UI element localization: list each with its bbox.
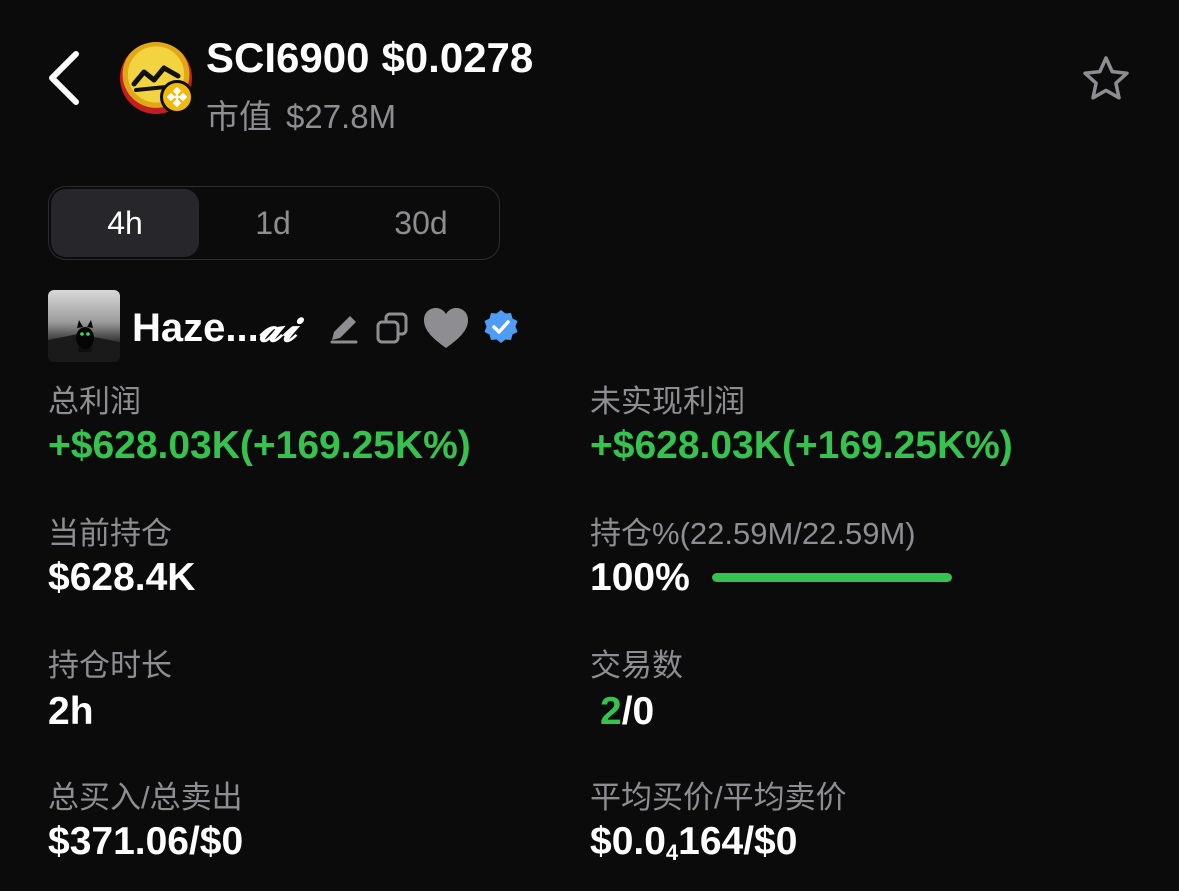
trades-buys: 2 bbox=[600, 690, 622, 733]
total-profit-label: 总利润 bbox=[48, 384, 141, 419]
token-symbol: SCI6900 bbox=[206, 34, 370, 81]
holding-duration-value: 2h bbox=[48, 690, 94, 733]
tab-4h[interactable]: 4h bbox=[51, 189, 199, 257]
bnb-chain-icon bbox=[160, 80, 194, 114]
copy-button[interactable] bbox=[374, 310, 410, 346]
market-cap-value: $27.8M bbox=[286, 98, 397, 135]
follow-button[interactable] bbox=[422, 306, 470, 350]
total-buy-sell-value: $371.06/$0 bbox=[48, 820, 244, 863]
star-icon bbox=[1083, 56, 1129, 100]
avg-price-prefix: $0.0 bbox=[590, 820, 666, 863]
avg-price-label: 平均买价/平均卖价 bbox=[590, 780, 847, 815]
verified-badge-icon bbox=[484, 310, 518, 343]
unrealized-profit-value: +$628.03K(+169.25K%) bbox=[590, 424, 1013, 467]
unrealized-profit-label: 未实现利润 bbox=[590, 384, 745, 419]
market-cap-label: 市值 bbox=[206, 98, 272, 135]
tab-1d[interactable]: 1d bbox=[199, 189, 347, 257]
user-name-suffix: 𝓪𝓲 bbox=[258, 304, 297, 351]
edit-button[interactable] bbox=[326, 310, 362, 346]
heart-icon bbox=[424, 308, 468, 348]
user-name-prefix: Haze... bbox=[132, 306, 259, 350]
holding-pct-label: 持仓%(22.59M/22.59M) bbox=[590, 516, 916, 551]
holding-progress-bar bbox=[712, 573, 952, 582]
user-name[interactable]: Haze...𝓪𝓲 bbox=[132, 304, 296, 351]
holding-progress-fill bbox=[712, 573, 952, 582]
trades-sells: /0 bbox=[621, 690, 655, 733]
copy-icon bbox=[376, 312, 408, 344]
edit-pencil-icon bbox=[330, 316, 358, 344]
holding-duration-label: 持仓时长 bbox=[48, 648, 172, 683]
timeframe-tabs: 4h 1d 30d bbox=[48, 186, 500, 260]
tab-30d[interactable]: 30d bbox=[347, 189, 495, 257]
trades-label: 交易数 bbox=[590, 648, 683, 683]
avg-price-zero-count: 4 bbox=[665, 840, 679, 865]
token-title: SCI6900 $0.0278 bbox=[206, 34, 533, 82]
favorite-button[interactable] bbox=[1078, 52, 1134, 108]
back-button[interactable] bbox=[40, 46, 92, 110]
total-buy-sell-label: 总买入/总卖出 bbox=[48, 780, 243, 815]
avatar[interactable] bbox=[48, 290, 120, 362]
market-cap: 市值 $27.8M bbox=[206, 90, 396, 138]
total-profit-value: +$628.03K(+169.25K%) bbox=[48, 424, 471, 467]
verified-badge bbox=[482, 308, 520, 346]
token-price: $0.0278 bbox=[381, 34, 534, 81]
trades-value: 2/0 bbox=[600, 690, 654, 734]
avg-price-suffix: 164/$0 bbox=[678, 820, 798, 863]
holding-pct-value: 100% bbox=[590, 556, 690, 599]
current-holding-value: $628.4K bbox=[48, 556, 196, 599]
back-arrow-icon bbox=[49, 51, 79, 105]
current-holding-label: 当前持仓 bbox=[48, 516, 172, 551]
avg-price-value: $0.04164/$0 bbox=[590, 820, 798, 865]
